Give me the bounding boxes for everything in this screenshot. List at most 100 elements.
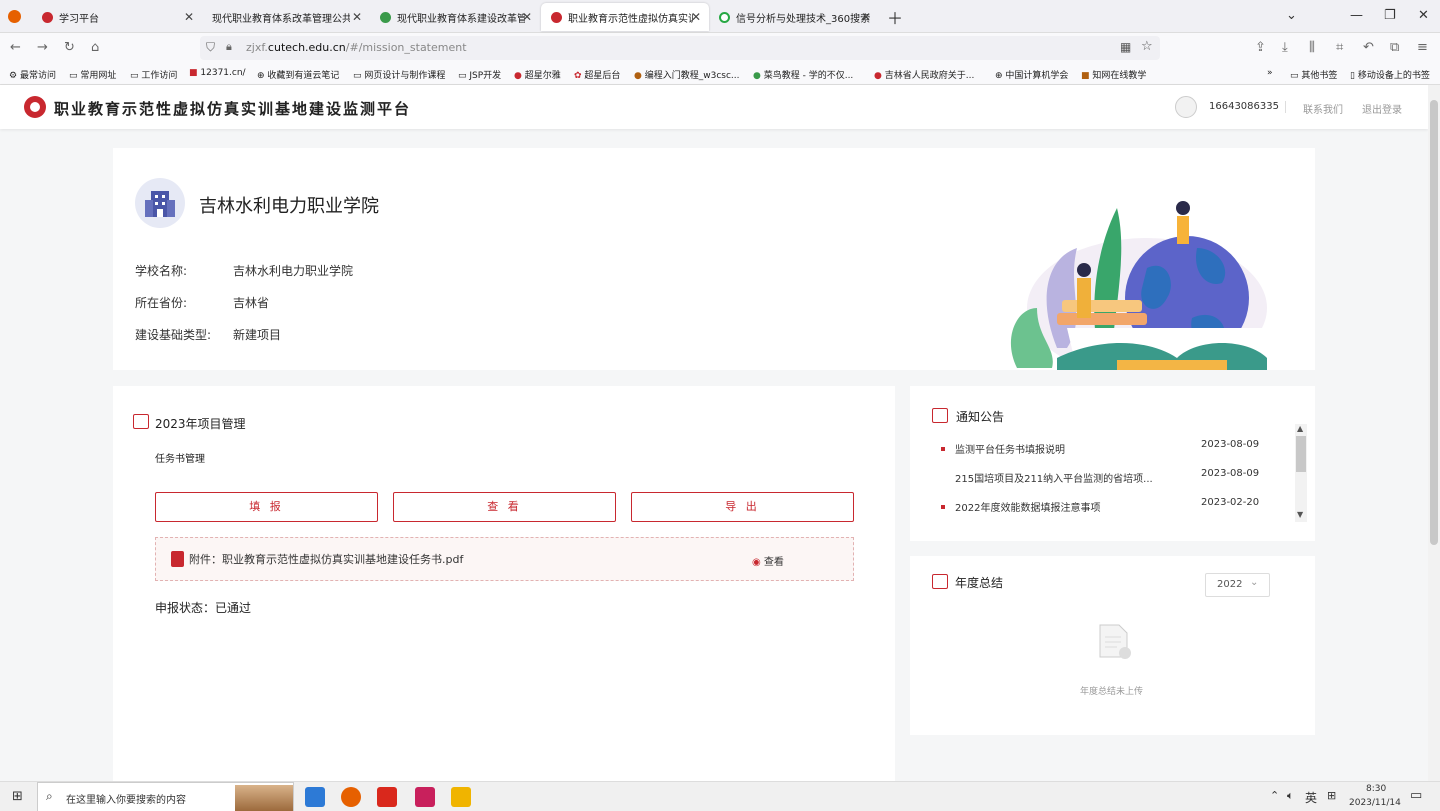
undo-icon[interactable]: ↶ xyxy=(1363,40,1374,55)
app-taskbar-icon[interactable] xyxy=(415,787,435,807)
minimize-icon[interactable]: — xyxy=(1350,8,1363,23)
project-management-card: 2023年项目管理 任务书管理 填 报 查 看 导 出 附件：职业教育示范性虚拟… xyxy=(113,386,895,781)
platform-title: 职业教育示范性虚拟仿真实训基地建设监测平台 xyxy=(54,100,412,118)
view-button[interactable]: 查 看 xyxy=(393,492,616,522)
url-text[interactable]: zjxf.cutech.edu.cn/#/mission_statement xyxy=(246,41,467,54)
scroll-down-icon[interactable]: ▼ xyxy=(1297,510,1303,519)
year-value: 2022 xyxy=(1217,579,1243,590)
task-book-subtitle: 任务书管理 xyxy=(155,454,205,465)
bookmark-item[interactable]: ✿ 超星后台 xyxy=(574,68,620,81)
wps-taskbar-icon[interactable] xyxy=(377,787,397,807)
ime-indicator[interactable]: 英 xyxy=(1305,789,1317,806)
attachment-view-link[interactable]: ◉ 查看 xyxy=(752,553,784,568)
extensions-icon[interactable]: ⧉ xyxy=(1390,40,1399,55)
export-button[interactable]: 导 出 xyxy=(631,492,854,522)
tab-1[interactable]: 学习平台 ✕ xyxy=(32,3,202,31)
fill-in-button[interactable]: 填 报 xyxy=(155,492,378,522)
bookmark-folder-mobile[interactable]: ▯ 移动设备上的书签 xyxy=(1350,68,1430,81)
pdf-file-icon xyxy=(171,551,184,567)
bookmark-item[interactable]: ● 吉林省人民政府关于... xyxy=(874,68,974,81)
qr-code-icon[interactable]: ▦ xyxy=(1120,40,1131,54)
tab-title: 现代职业教育体系建设改革管理 xyxy=(397,13,525,25)
bookmark-item[interactable]: ⚙ 最常访问 xyxy=(9,68,56,81)
forward-arrow-icon[interactable]: → xyxy=(37,40,48,55)
address-bar[interactable]: ⛉ 🔒︎ zjxf.cutech.edu.cn/#/mission_statem… xyxy=(200,36,1160,60)
scroll-up-icon[interactable]: ▲ xyxy=(1297,424,1303,433)
share-icon[interactable]: ⇪ xyxy=(1255,40,1266,55)
lock-icon[interactable]: 🔒︎ xyxy=(226,40,232,54)
notice-item[interactable]: 2022年度效能数据填报注意事项 xyxy=(940,499,1100,514)
taskview-app-icon[interactable] xyxy=(305,787,325,807)
firefox-icon[interactable] xyxy=(8,10,21,23)
taskbar-search-box[interactable]: ⌕ 在这里输入你要搜索的内容 xyxy=(37,782,294,811)
bookmarks-overflow-icon[interactable]: » xyxy=(1267,68,1273,78)
menu-icon[interactable]: ≡ xyxy=(1417,40,1428,55)
school-name-row: 学校名称: 吉林水利电力职业学院 xyxy=(135,262,353,279)
tab-close-icon[interactable]: ✕ xyxy=(691,10,701,24)
clock-date[interactable]: 2023/11/14 xyxy=(1349,798,1401,808)
bookmark-item[interactable]: ▭ 常用网址 xyxy=(69,68,116,81)
tray-chevron-up-icon[interactable]: ⌃ xyxy=(1270,789,1279,802)
user-avatar-icon[interactable] xyxy=(1175,96,1197,118)
firefox-taskbar-icon[interactable] xyxy=(341,787,361,807)
back-arrow-icon[interactable]: ← xyxy=(10,40,21,55)
bookmark-star-icon[interactable]: ☆ xyxy=(1141,39,1153,54)
app-header: 职业教育示范性虚拟仿真实训基地建设监测平台 16643086335 联系我们 退… xyxy=(0,85,1428,129)
bookmark-item[interactable]: ▭ JSP开发 xyxy=(458,68,501,81)
file-explorer-icon[interactable] xyxy=(451,787,471,807)
bookmark-folder-other[interactable]: ▭ 其他书签 xyxy=(1290,68,1337,81)
bookmark-item[interactable]: ● 菜鸟教程 - 学的不仅... xyxy=(753,68,853,81)
tab-title: 学习平台 xyxy=(59,13,99,25)
shield-icon[interactable]: ⛉ xyxy=(206,40,215,55)
tab-close-icon[interactable]: ✕ xyxy=(861,10,871,24)
notice-icon xyxy=(932,408,948,423)
tab-list-chevron-icon[interactable]: ⌄ xyxy=(1286,8,1297,23)
tab-close-icon[interactable]: ✕ xyxy=(352,10,362,24)
bookmark-item[interactable]: ■ 12371.cn/ xyxy=(189,68,246,78)
notice-item[interactable]: 215国培项目及211纳入平台监测的省培项... xyxy=(955,470,1153,485)
library-icon[interactable]: ⫼ xyxy=(1309,40,1315,55)
keyboard-icon[interactable]: ⊞ xyxy=(1327,789,1336,802)
bookmark-item[interactable]: ▭ 工作访问 xyxy=(130,68,177,81)
contact-us-link[interactable]: 联系我们 xyxy=(1303,101,1343,116)
tab-2[interactable]: 现代职业教育体系改革管理公共信息 ✕ xyxy=(202,3,370,31)
notice-item[interactable]: 监测平台任务书填报说明 xyxy=(941,441,1065,456)
bookmark-item[interactable]: ● 超星尔雅 xyxy=(514,68,561,81)
logout-link[interactable]: 退出登录 xyxy=(1362,101,1402,116)
browser-tab-bar: 学习平台 ✕ 现代职业教育体系改革管理公共信息 ✕ 现代职业教育体系建设改革管理… xyxy=(0,0,1440,33)
restore-icon[interactable]: ❐ xyxy=(1384,8,1396,23)
year-select[interactable]: 2022 ⌄ xyxy=(1205,573,1270,597)
clock-time[interactable]: 8:30 xyxy=(1366,784,1386,794)
bookmark-item[interactable]: ● 编程入门教程_w3csc... xyxy=(634,68,740,81)
reload-icon[interactable]: ↻ xyxy=(64,40,75,55)
home-icon[interactable]: ⌂ xyxy=(91,40,99,55)
volume-icon[interactable]: 🔈︎ xyxy=(1287,789,1294,803)
tab-3[interactable]: 现代职业教育体系建设改革管理 ✕ xyxy=(370,3,540,31)
tab-close-icon[interactable]: ✕ xyxy=(184,10,194,24)
tab-4-active[interactable]: 职业教育示范性虚拟仿真实训基 ✕ xyxy=(541,3,709,31)
new-tab-plus-icon[interactable]: ＋ xyxy=(887,5,903,29)
checklist-icon xyxy=(932,574,948,589)
notification-icon[interactable]: ▭ xyxy=(1410,788,1422,803)
download-icon[interactable]: ⤓ xyxy=(1282,40,1288,55)
scrollbar-thumb[interactable] xyxy=(1430,100,1438,545)
crop-icon[interactable]: ⌗ xyxy=(1336,40,1343,55)
notice-card: 通知公告 监测平台任务书填报说明 2023-08-09 215国培项目及211纳… xyxy=(910,386,1315,541)
bookmark-item[interactable]: ▭ 网页设计与制作课程 xyxy=(353,68,445,81)
tab-5[interactable]: 信号分析与处理技术_360搜索 ✕ xyxy=(709,3,879,31)
bookmark-item[interactable]: ⊕ 收藏到有道云笔记 xyxy=(257,68,339,81)
tab-title: 信号分析与处理技术_360搜索 xyxy=(736,13,871,25)
page-scrollbar[interactable] xyxy=(1428,85,1440,781)
tab-favicon xyxy=(719,11,730,23)
tab-close-icon[interactable]: ✕ xyxy=(522,10,532,24)
search-icon: ⌕ xyxy=(46,789,53,803)
field-label: 所在省份: xyxy=(135,296,188,310)
attachment-filename[interactable]: 附件：职业教育示范性虚拟仿真实训基地建设任务书.pdf xyxy=(189,551,463,567)
bookmark-item[interactable]: ⊕ 中国计算机学会 xyxy=(995,68,1068,81)
windows-start-icon[interactable]: ⊞ xyxy=(12,789,23,804)
bookmark-item[interactable]: ■ 知网在线教学 xyxy=(1081,68,1146,81)
scrollbar-thumb[interactable] xyxy=(1296,436,1306,472)
notice-title: 通知公告 xyxy=(956,410,1005,424)
close-window-icon[interactable]: ✕ xyxy=(1418,8,1429,23)
notice-scrollbar[interactable]: ▲ ▼ xyxy=(1295,424,1307,522)
